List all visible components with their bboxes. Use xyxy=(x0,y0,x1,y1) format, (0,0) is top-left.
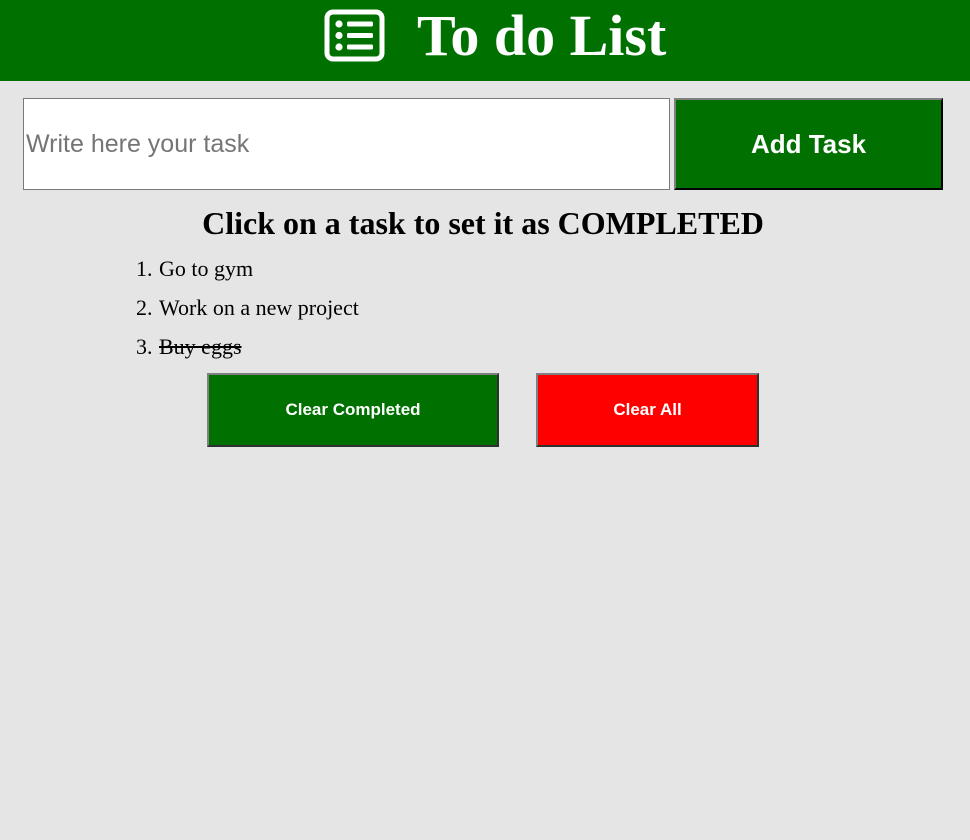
task-number: 1. xyxy=(136,256,153,281)
task-list: 1. Go to gym 2. Work on a new project 3. Bu… xyxy=(136,252,359,369)
task-item[interactable]: 2. Work on a new project xyxy=(136,291,359,330)
task-text: Buy eggs xyxy=(159,334,242,359)
clear-all-button[interactable]: Clear All xyxy=(536,373,759,447)
task-text: Go to gym xyxy=(159,256,254,281)
app-header: To do List xyxy=(0,0,970,81)
app-title: To do List xyxy=(417,3,667,68)
list-icon xyxy=(324,9,385,62)
task-item[interactable]: 1. Go to gym xyxy=(136,252,359,291)
add-task-button[interactable]: Add Task xyxy=(674,98,943,190)
task-number: 2. xyxy=(136,295,153,320)
task-input[interactable] xyxy=(23,98,670,190)
task-item[interactable]: 3. Buy eggs xyxy=(136,330,359,369)
instruction-heading: Click on a task to set it as COMPLETED xyxy=(202,205,764,241)
task-text: Work on a new project xyxy=(159,295,359,320)
task-number: 3. xyxy=(136,334,153,359)
clear-completed-button[interactable]: Clear Completed xyxy=(207,373,499,447)
